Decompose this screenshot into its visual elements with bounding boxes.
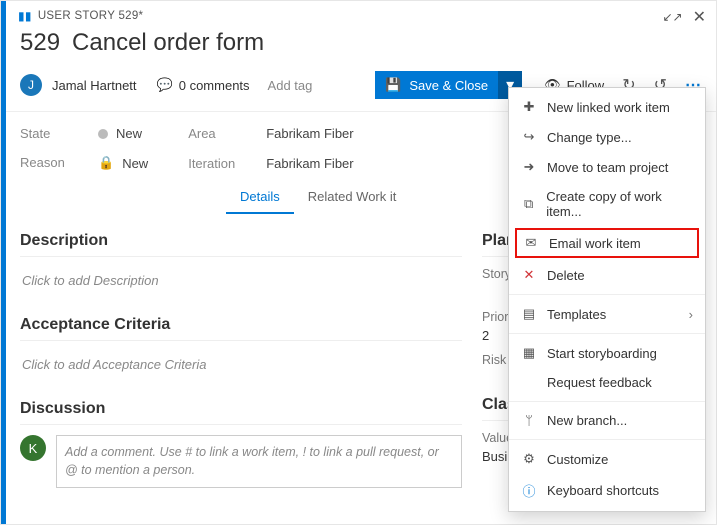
tab-details[interactable]: Details bbox=[226, 181, 294, 214]
state-value: New bbox=[116, 126, 142, 141]
description-field[interactable]: Click to add Description bbox=[20, 267, 462, 294]
save-button[interactable]: 💾 Save & Close bbox=[375, 71, 498, 99]
close-icon[interactable]: ✕ bbox=[693, 7, 706, 27]
info-icon: ⓘ bbox=[521, 481, 537, 500]
menu-change-type-label: Change type... bbox=[547, 130, 632, 145]
reason-label: Reason bbox=[20, 155, 84, 171]
work-item-type-label: USER STORY 529* bbox=[38, 10, 144, 22]
comments-count: 0 comments bbox=[179, 78, 250, 93]
menu-change-type[interactable]: ↪ Change type... bbox=[509, 122, 705, 152]
email-icon: ✉ bbox=[523, 235, 539, 251]
acceptance-criteria-field[interactable]: Click to add Acceptance Criteria bbox=[20, 351, 462, 378]
discussion-heading: Discussion bbox=[20, 400, 462, 418]
customize-icon: ⚙ bbox=[521, 451, 537, 467]
discussion-input[interactable]: Add a comment. Use # to link a work item… bbox=[56, 435, 462, 488]
state-field[interactable]: New bbox=[98, 126, 148, 141]
menu-feedback[interactable]: Request feedback bbox=[509, 368, 705, 397]
save-split-button[interactable]: 💾 Save & Close ▾ bbox=[375, 71, 522, 99]
menu-new-linked-label: New linked work item bbox=[547, 100, 670, 115]
fullscreen-toggle-icon[interactable]: ↙↗ bbox=[662, 10, 682, 24]
tab-related-work-items[interactable]: Related Work it bbox=[294, 181, 411, 214]
assignee-name[interactable]: Jamal Hartnett bbox=[52, 78, 137, 93]
iteration-field[interactable]: Fabrikam Fiber bbox=[266, 156, 353, 172]
comment-icon: 💬 bbox=[157, 77, 173, 93]
menu-storyboard[interactable]: ▦ Start storyboarding bbox=[509, 338, 705, 368]
save-icon: 💾 bbox=[385, 77, 401, 93]
save-label: Save & Close bbox=[409, 78, 488, 93]
reason-value: New bbox=[122, 156, 148, 171]
area-field[interactable]: Fabrikam Fiber bbox=[266, 126, 353, 142]
move-icon: ➜ bbox=[521, 159, 537, 175]
add-tag-button[interactable]: Add tag bbox=[268, 78, 313, 93]
current-user-avatar: K bbox=[20, 435, 46, 461]
branch-icon: ᛘ bbox=[521, 413, 537, 428]
description-heading: Description bbox=[20, 232, 462, 250]
area-label: Area bbox=[188, 126, 252, 142]
menu-delete-label: Delete bbox=[547, 268, 585, 283]
delete-icon: ✕ bbox=[521, 267, 537, 283]
menu-storyboard-label: Start storyboarding bbox=[547, 346, 657, 361]
work-item-type-icon: ▮▮ bbox=[18, 9, 32, 23]
menu-templates[interactable]: ▤ Templates › bbox=[509, 299, 705, 329]
menu-delete[interactable]: ✕ Delete bbox=[509, 260, 705, 290]
iteration-label: Iteration bbox=[188, 156, 252, 172]
menu-new-linked[interactable]: ✚ New linked work item bbox=[509, 92, 705, 122]
reason-field[interactable]: 🔒 New bbox=[98, 155, 148, 171]
menu-email-label: Email work item bbox=[549, 236, 641, 251]
menu-customize-label: Customize bbox=[547, 452, 608, 467]
menu-new-branch[interactable]: ᛘ New branch... bbox=[509, 406, 705, 435]
state-label: State bbox=[20, 126, 84, 141]
copy-icon: ⧉ bbox=[521, 196, 536, 212]
acceptance-criteria-heading: Acceptance Criteria bbox=[20, 316, 462, 334]
menu-copy[interactable]: ⧉ Create copy of work item... bbox=[509, 182, 705, 226]
comments-button[interactable]: 💬 0 comments bbox=[157, 77, 250, 93]
state-dot-icon bbox=[98, 129, 108, 139]
assignee-avatar[interactable]: J bbox=[20, 74, 42, 96]
menu-move-label: Move to team project bbox=[547, 160, 668, 175]
menu-shortcuts-label: Keyboard shortcuts bbox=[547, 483, 659, 498]
area-value: Fabrikam Fiber bbox=[266, 126, 353, 141]
work-item-title[interactable]: Cancel order form bbox=[72, 29, 264, 57]
menu-customize[interactable]: ⚙ Customize bbox=[509, 444, 705, 474]
menu-move[interactable]: ➜ Move to team project bbox=[509, 152, 705, 182]
menu-copy-label: Create copy of work item... bbox=[546, 189, 693, 219]
iteration-value: Fabrikam Fiber bbox=[266, 156, 353, 171]
lock-icon: 🔒 bbox=[98, 155, 114, 171]
storyboard-icon: ▦ bbox=[521, 345, 537, 361]
change-type-icon: ↪ bbox=[521, 129, 537, 145]
more-actions-menu: ✚ New linked work item ↪ Change type... ➜ M… bbox=[508, 87, 706, 512]
menu-new-branch-label: New branch... bbox=[547, 413, 627, 428]
work-item-id: 529 bbox=[20, 29, 60, 57]
menu-email[interactable]: ✉ Email work item bbox=[515, 228, 699, 258]
feedback-icon bbox=[521, 375, 537, 390]
menu-feedback-label: Request feedback bbox=[547, 375, 652, 390]
link-plus-icon: ✚ bbox=[521, 99, 537, 115]
menu-shortcuts[interactable]: ⓘ Keyboard shortcuts bbox=[509, 474, 705, 507]
menu-templates-label: Templates bbox=[547, 307, 606, 322]
templates-icon: ▤ bbox=[521, 306, 537, 322]
chevron-right-icon: › bbox=[689, 307, 693, 322]
